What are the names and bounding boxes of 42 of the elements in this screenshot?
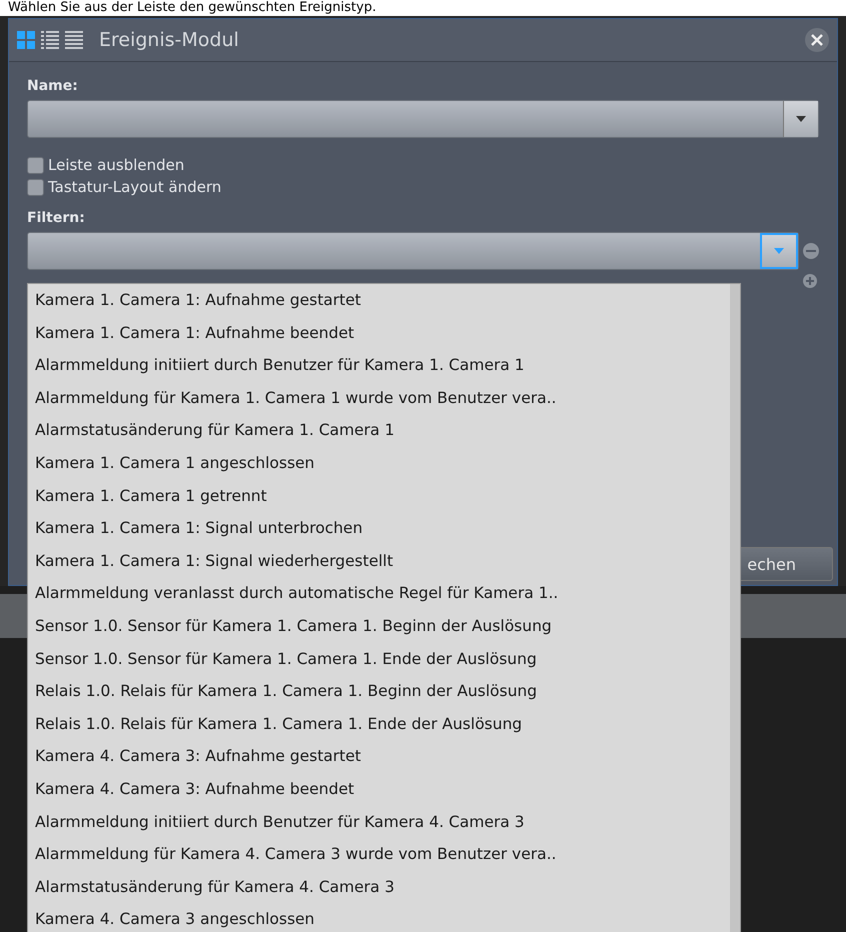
name-dropdown[interactable]: [27, 100, 819, 138]
dropdown-option[interactable]: Kamera 1. Camera 1 getrennt: [28, 480, 730, 512]
minus-icon: [806, 250, 816, 252]
filter-dropdown[interactable]: [27, 232, 799, 270]
instruction-text: Wählen Sie aus der Leiste den gewünschten Ereignistyp.: [0, 0, 846, 16]
checkbox[interactable]: [27, 156, 44, 174]
caret-icon: [774, 248, 784, 254]
dropdown-option[interactable]: Sensor 1.0. Sensor für Kamera 1. Camera 1. Beginn der Auslösung: [28, 610, 730, 643]
dropdown-option[interactable]: Relais 1.0. Relais für Kamera 1. Camera 1. Ende der Auslösung: [28, 708, 730, 740]
dropdown-option[interactable]: Kamera 4. Camera 3 angeschlossen: [28, 903, 730, 932]
plus-icon: [806, 277, 814, 285]
dropdown-option[interactable]: Alarmmeldung für Kamera 4. Camera 3 wurde vom Benutzer vera..: [28, 838, 730, 871]
checkbox[interactable]: [27, 178, 44, 196]
close-button[interactable]: [805, 28, 829, 52]
caret-icon: [796, 116, 806, 122]
dropdown-option[interactable]: Alarmstatusänderung für Kamera 1. Camera 1: [28, 414, 730, 447]
checkbox-label: Leiste ausblenden: [48, 156, 184, 174]
dropdown-option[interactable]: Kamera 1. Camera 1: Signal wiederhergestellt: [28, 544, 730, 578]
dropdown-option[interactable]: Kamera 1. Camera 1: Signal unterbrochen: [28, 512, 730, 545]
add-button[interactable]: [803, 274, 817, 288]
dropdown-option[interactable]: Relais 1.0. Relais für Kamera 1. Camera 1. Beginn der Auslösung: [28, 675, 730, 708]
dropdown-option[interactable]: Alarmmeldung für Kamera 1. Camera 1 wurde vom Benutzer vera..: [28, 382, 730, 414]
dropdown-option[interactable]: Kamera 1. Camera 1: Aufnahme gestartet: [28, 284, 730, 317]
remove-button[interactable]: [803, 243, 819, 259]
detailed-list-view-icon[interactable]: [41, 31, 59, 49]
window-title: Ereignis-Modul: [99, 29, 240, 51]
dropdown-option[interactable]: Alarmmeldung initiiert durch Benutzer für Kamera 4. Camera 3: [28, 806, 730, 838]
dropdown-option[interactable]: Alarmmeldung veranlasst durch automatische Regel für Kamera 1..: [28, 577, 730, 610]
dropdown-option[interactable]: Kamera 4. Camera 3: Aufnahme beendet: [28, 772, 730, 806]
dropdown-option[interactable]: Alarmstatusänderung für Kamera 4. Camera 3: [28, 870, 730, 904]
filter-label: Filtern:: [27, 210, 86, 226]
tiles-view-icon[interactable]: [17, 31, 35, 49]
list-view-icon[interactable]: [65, 31, 83, 49]
close-icon: [811, 34, 823, 46]
dropdown-option[interactable]: Kamera 4. Camera 3: Aufnahme gestartet: [28, 740, 730, 773]
dropdown-option[interactable]: Alarmmeldung initiiert durch Benutzer für Kamera 1. Camera 1: [28, 349, 730, 382]
scrollbar[interactable]: [730, 284, 740, 932]
dropdown-option[interactable]: Kamera 1. Camera 1 angeschlossen: [28, 446, 730, 480]
dropdown-option[interactable]: Kamera 1. Camera 1: Aufnahme beendet: [28, 316, 730, 350]
dropdown-option[interactable]: Sensor 1.0. Sensor für Kamera 1. Camera 1. Ende der Auslösung: [28, 642, 730, 676]
checkbox-label: Tastatur-Layout ändern: [48, 178, 222, 196]
name-label: Name:: [27, 78, 79, 94]
